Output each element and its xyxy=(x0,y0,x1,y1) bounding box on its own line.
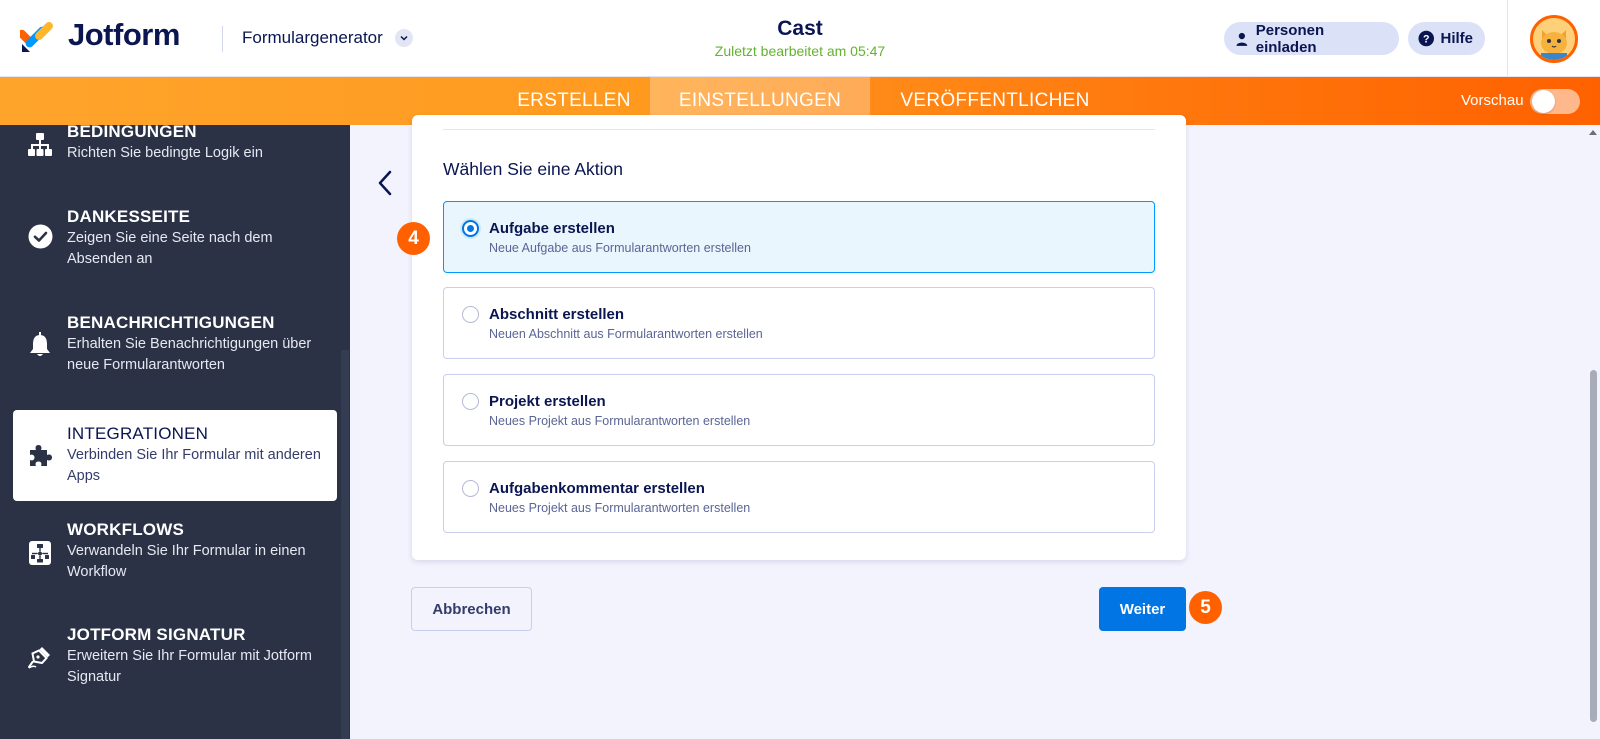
pen-icon xyxy=(26,643,54,671)
step-badge-5: 5 xyxy=(1189,591,1222,624)
avatar-cat-icon xyxy=(1533,18,1575,60)
last-edited-status: Zuletzt bearbeitet am 05:47 xyxy=(714,43,886,59)
brand-name[interactable]: Jotform xyxy=(68,17,180,53)
sidebar-item-workflows[interactable]: WORKFLOWS Verwandeln Sie Ihr Formular in… xyxy=(0,520,337,590)
card-divider xyxy=(443,129,1155,130)
invite-people-button[interactable]: Personen einladen xyxy=(1224,21,1399,56)
option-desc: Neues Projekt aus Formularantworten erst… xyxy=(489,501,751,515)
option-create-section[interactable]: Abschnitt erstellen Neuen Abschnitt aus … xyxy=(443,287,1155,359)
action-heading: Wählen Sie eine Aktion xyxy=(443,159,623,179)
sidebar-item-desc: Richten Sie bedingte Logik ein xyxy=(67,145,263,161)
sidebar-item-desc: Verwandeln Sie Ihr Formular in einen Wor… xyxy=(67,543,306,580)
product-menu-label[interactable]: Formulargenerator xyxy=(242,28,383,48)
header-divider xyxy=(222,26,223,52)
preview-toggle[interactable] xyxy=(1530,89,1580,114)
radio-create-task-comment[interactable] xyxy=(462,480,479,497)
sidebar-item-title: BENACHRICHTIGUNGEN xyxy=(67,313,275,332)
scroll-up-arrow-icon[interactable] xyxy=(1589,130,1597,135)
option-title: Projekt erstellen xyxy=(489,393,606,410)
help-button[interactable]: ? Hilfe xyxy=(1408,22,1485,55)
sidebar-item-notifications[interactable]: BENACHRICHTIGUNGEN Erhalten Sie Benachri… xyxy=(0,313,337,383)
jotform-logo-icon[interactable] xyxy=(20,18,54,54)
sidebar-scrollbar-thumb[interactable] xyxy=(341,350,349,739)
cancel-button[interactable]: Abbrechen xyxy=(411,587,532,631)
sidebar-item-title: WORKFLOWS xyxy=(67,520,184,539)
sidebar-item-desc: Verbinden Sie Ihr Formular mit anderen A… xyxy=(67,447,321,484)
svg-text:?: ? xyxy=(1423,33,1430,45)
preview-toggle-knob xyxy=(1532,90,1555,113)
help-label: Hilfe xyxy=(1440,30,1473,47)
radio-create-project[interactable] xyxy=(462,393,479,410)
chevron-down-icon[interactable] xyxy=(395,29,413,47)
bell-icon xyxy=(26,331,54,359)
puzzle-icon xyxy=(26,441,54,469)
help-icon: ? xyxy=(1418,30,1434,47)
option-title: Abschnitt erstellen xyxy=(489,306,625,323)
sidebar-item-title: DANKESSEITE xyxy=(67,207,191,226)
user-icon xyxy=(1236,32,1248,46)
top-header: Jotform Formulargenerator Cast Zuletzt b… xyxy=(0,0,1600,77)
sidebar-item-integrations[interactable]: INTEGRATIONEN Verbinden Sie Ihr Formular… xyxy=(13,410,337,501)
radio-create-task[interactable] xyxy=(462,220,479,237)
workflow-icon xyxy=(26,539,54,567)
form-title[interactable]: Cast xyxy=(700,17,900,41)
sidebar-item-desc: Erhalten Sie Benachrichtigungen über neu… xyxy=(67,336,312,373)
sidebar-item-desc: Zeigen Sie eine Seite nach dem Absenden … xyxy=(67,230,273,267)
back-arrow-icon[interactable] xyxy=(374,168,398,198)
settings-sidebar: BEDINGUNGEN Richten Sie bedingte Logik e… xyxy=(0,125,350,739)
preview-label: Vorschau xyxy=(1461,92,1524,109)
option-desc: Neuen Abschnitt aus Formularantworten er… xyxy=(489,327,763,341)
option-desc: Neues Projekt aus Formularantworten erst… xyxy=(489,414,751,428)
invite-people-label: Personen einladen xyxy=(1255,21,1325,56)
sidebar-item-title: INTEGRATIONEN xyxy=(67,424,209,443)
sidebar-item-signature[interactable]: JOTFORM SIGNATUR Erweitern Sie Ihr Formu… xyxy=(0,625,337,695)
page-scrollbar-thumb[interactable] xyxy=(1590,370,1597,722)
radio-create-section[interactable] xyxy=(462,306,479,323)
step-badge-4: 4 xyxy=(397,222,430,255)
option-title: Aufgabe erstellen xyxy=(489,220,615,237)
sidebar-item-title: JOTFORM SIGNATUR xyxy=(67,625,246,644)
header-divider-right xyxy=(1507,0,1508,77)
option-create-task[interactable]: Aufgabe erstellen Neue Aufgabe aus Formu… xyxy=(443,201,1155,273)
sidebar-item-conditions[interactable]: BEDINGUNGEN Richten Sie bedingte Logik e… xyxy=(0,125,337,185)
option-title: Aufgabenkommentar erstellen xyxy=(489,480,705,497)
conditions-icon xyxy=(26,131,54,159)
user-avatar[interactable] xyxy=(1530,15,1578,63)
sidebar-item-desc: Erweitern Sie Ihr Formular mit Jotform S… xyxy=(67,648,312,685)
sidebar-item-thankyou[interactable]: DANKESSEITE Zeigen Sie eine Seite nach d… xyxy=(0,205,337,275)
option-desc: Neue Aufgabe aus Formularantworten erste… xyxy=(489,241,751,255)
sidebar-item-title: BEDINGUNGEN xyxy=(67,125,197,141)
check-circle-icon xyxy=(26,222,54,250)
option-create-task-comment[interactable]: Aufgabenkommentar erstellen Neues Projek… xyxy=(443,461,1155,533)
next-button[interactable]: Weiter xyxy=(1099,587,1186,631)
option-create-project[interactable]: Projekt erstellen Neues Projekt aus Form… xyxy=(443,374,1155,446)
